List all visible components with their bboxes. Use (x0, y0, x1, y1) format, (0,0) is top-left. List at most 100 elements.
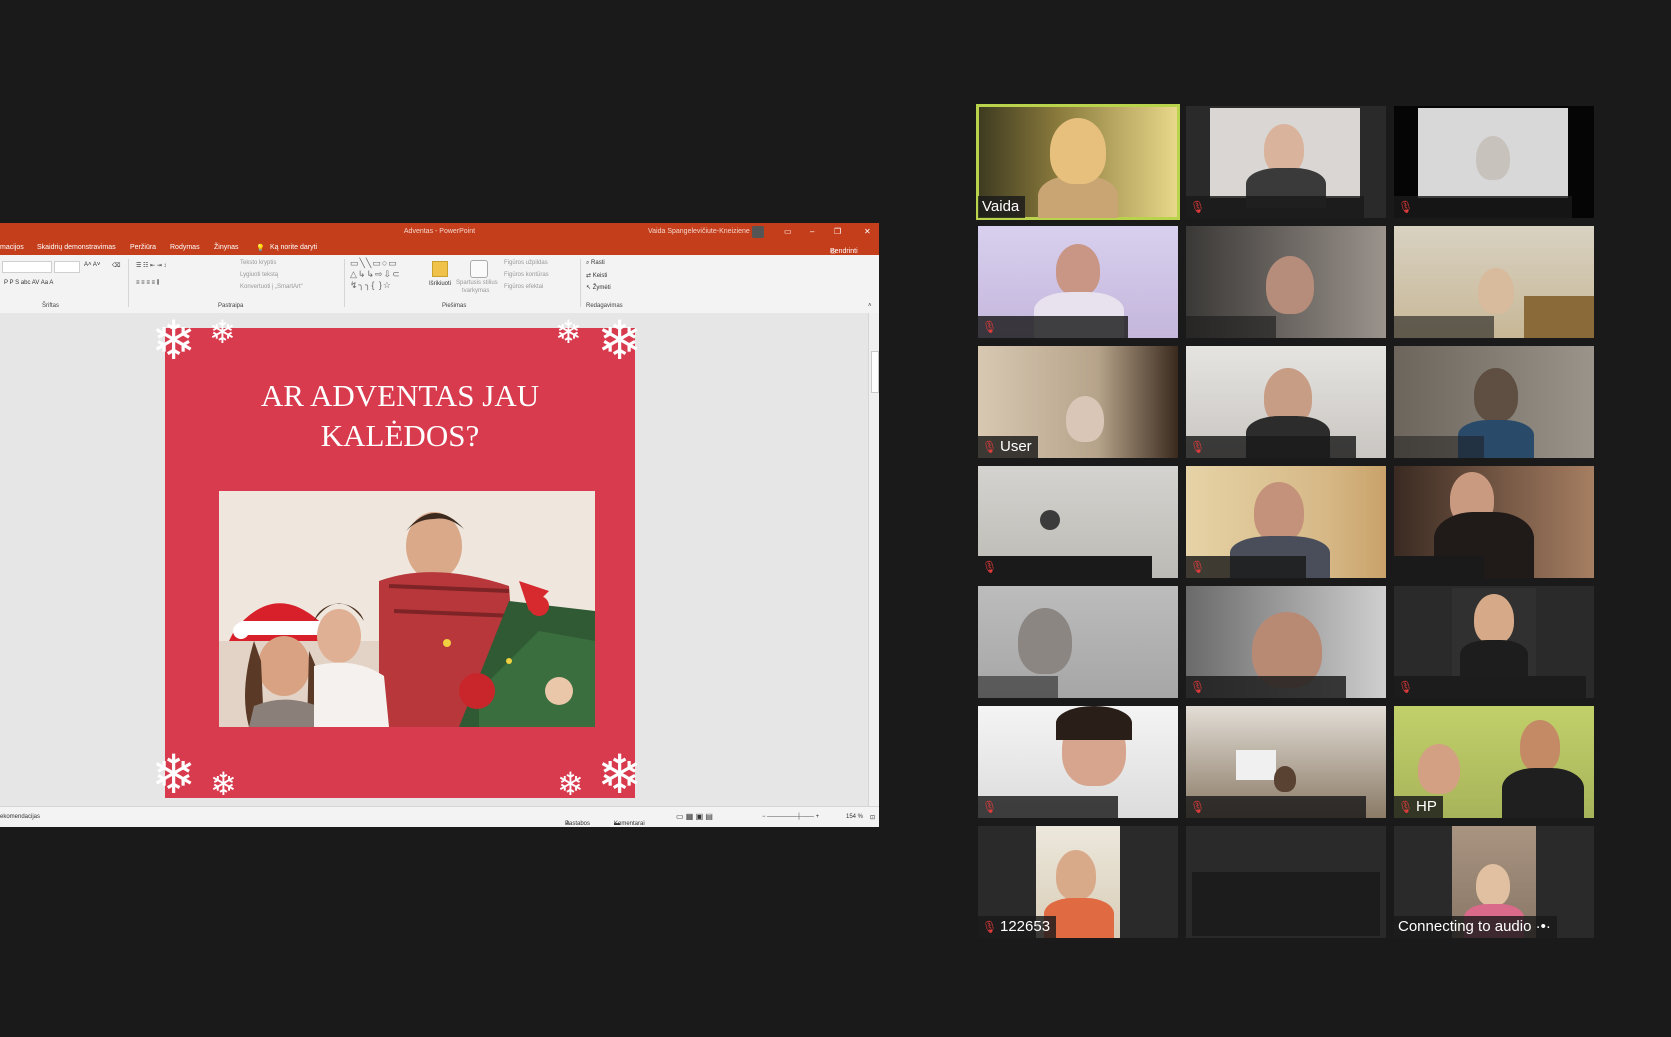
fit-slide-icon[interactable]: ⊡ (870, 814, 875, 821)
snowflake-icon: ❄ (555, 314, 582, 350)
video-tile[interactable]: 🎙︎ (1186, 706, 1386, 818)
participant-video (1056, 850, 1096, 900)
list-buttons[interactable]: ☰ ☷ ⇤ ⇥ ↕ (136, 262, 166, 269)
zoom-slider[interactable]: − ───────┼─── + (762, 814, 819, 820)
participant-video (1040, 510, 1060, 530)
video-tile[interactable]: 🎙︎ (1186, 346, 1386, 458)
tab-slideshow[interactable]: Skaidrių demonstravimas (37, 244, 116, 251)
ribbon-display-icon[interactable]: ▭ (784, 227, 792, 236)
font-format-buttons[interactable]: P P S abc AV Aa A (4, 280, 53, 286)
participant-video (1236, 750, 1276, 780)
participant-name-bar: 🎙︎ (978, 796, 1118, 818)
video-tile[interactable]: 🎙︎ (1186, 586, 1386, 698)
collapse-ribbon-icon[interactable]: ˄ (868, 303, 872, 309)
quick-styles-icon[interactable] (470, 260, 488, 278)
group-paragraph: Pastraipa (218, 303, 244, 309)
clear-format-icon[interactable]: ⌫ (112, 262, 120, 269)
snowflake-icon: ❄ (151, 311, 197, 371)
participant-video (1018, 608, 1072, 674)
arrange-button[interactable]: Išrikiuoti (429, 281, 451, 287)
participant-video (1056, 244, 1100, 296)
video-tile[interactable]: 🎙︎ (978, 706, 1178, 818)
participant-name: 122653 (1000, 918, 1051, 935)
shape-fill-button[interactable]: Figūros užpildas (504, 260, 548, 266)
participant-name-bar: 🎙︎ (1186, 796, 1366, 818)
mic-muted-icon: 🎙︎ (1190, 560, 1206, 574)
tab-review[interactable]: Peržiūra (130, 244, 156, 251)
group-drawing: Piešimas (442, 303, 467, 309)
convert-smartart-button[interactable]: Konvertuoti į „SmartArt“ (240, 284, 303, 290)
video-tile[interactable]: Vaida (976, 104, 1180, 220)
mic-muted-icon: 🎙︎ (1398, 680, 1414, 694)
video-tile[interactable] (1394, 346, 1594, 458)
video-tile[interactable]: 🎙︎ (1394, 586, 1594, 698)
quick-styles-sub: tvarkymas (462, 288, 490, 294)
quick-styles-button[interactable]: Spartusis stilius (456, 280, 498, 286)
vertical-scrollbar[interactable] (868, 313, 879, 806)
connecting-dots-icon: ·•· (1531, 918, 1551, 935)
status-left-text: ekomendacijas (0, 814, 41, 820)
grow-shrink-font-buttons[interactable]: A˄ A˅ (84, 262, 100, 268)
video-tile[interactable]: 🎙︎ HP (1394, 706, 1594, 818)
shape-effects-button[interactable]: Figūros efektai (504, 284, 543, 290)
participant-name-bar: 🎙︎ (1394, 676, 1586, 698)
find-button[interactable]: ⌕ Rasti (586, 260, 605, 267)
video-tile[interactable] (978, 586, 1178, 698)
powerpoint-titlebar: Adventas - PowerPoint Vaida Spangeleviči… (0, 223, 879, 240)
video-tile[interactable]: 🎙︎ (1186, 466, 1386, 578)
video-tile[interactable] (1394, 226, 1594, 338)
tab-help[interactable]: Žinynas (214, 244, 239, 251)
tab-view[interactable]: Rodymas (170, 244, 200, 251)
user-avatar[interactable] (752, 226, 764, 238)
video-tile[interactable]: 🎙︎ User (978, 346, 1178, 458)
video-tile[interactable]: 🎙︎ 122653 (978, 826, 1178, 938)
find-label: Rasti (591, 260, 605, 266)
zoom-level[interactable]: 154 % (846, 814, 863, 820)
participant-name-bar: 🎙︎ HP (1394, 796, 1443, 818)
close-icon[interactable]: ✕ (864, 227, 871, 236)
video-tile[interactable]: Connecting to audio ·•· (1394, 826, 1594, 938)
participant-name-bar (1394, 436, 1484, 458)
participant-name-bar: 🎙︎ (978, 316, 1128, 338)
view-buttons[interactable]: ▭ ▦ ▣ ▤ (676, 812, 713, 821)
video-tile[interactable]: 🎙︎ (1186, 106, 1386, 218)
participant-video (1418, 744, 1460, 794)
family-christmas-photo (219, 491, 595, 727)
video-tile[interactable] (1186, 226, 1386, 338)
snowflake-icon: ❄ (209, 314, 236, 350)
shape-outline-button[interactable]: Figūros kontūras (504, 272, 549, 278)
replace-button[interactable]: ⇄ Keisti (586, 272, 607, 279)
tab-animations[interactable]: macijos (0, 244, 24, 251)
shapes-gallery[interactable]: ▭╲╲▭○▭ △↳↳⇨⇩⊂ ↯╮╮{ }☆ (350, 258, 401, 291)
participant-video (1254, 482, 1304, 542)
video-tile[interactable] (1394, 466, 1594, 578)
share-label: Bendrinti (830, 248, 858, 255)
minimize-icon[interactable]: – (810, 227, 814, 236)
family-photo-illustration (219, 491, 595, 727)
text-direction-button[interactable]: Teksto kryptis (240, 260, 276, 266)
restore-icon[interactable]: ❐ (834, 227, 841, 236)
font-name-box[interactable] (2, 261, 52, 273)
signed-in-user[interactable]: Vaida Spangelevičiute-Kneiziene (648, 228, 750, 235)
ribbon-divider (580, 259, 581, 307)
participant-name-bar: 🎙︎ (1394, 196, 1572, 218)
arrange-icon[interactable] (432, 261, 448, 277)
video-tile[interactable]: 🎙︎ (978, 466, 1178, 578)
tell-me-search[interactable]: Ką norite daryti (270, 244, 317, 251)
video-tile[interactable] (1186, 826, 1386, 938)
participant-name-bar (1394, 316, 1494, 338)
scrollbar-thumb[interactable] (871, 351, 879, 393)
select-button[interactable]: ↖ Žymėti (586, 284, 611, 291)
align-text-button[interactable]: Lygiuoti tekstą (240, 272, 278, 278)
participant-name-bar: Connecting to audio ·•· (1394, 916, 1557, 938)
snowflake-icon: ❄ (210, 766, 237, 802)
video-tile[interactable]: 🎙︎ (978, 226, 1178, 338)
video-tile[interactable]: 🎙︎ (1394, 106, 1594, 218)
notes-label: Pastabos (565, 821, 591, 827)
slide: AR ADVENTAS JAU KALĖDOS? ❄ ❄ ❄ ❄ ❄ ❄ ❄ ❄ (151, 314, 642, 802)
lightbulb-icon: 💡 (256, 245, 265, 252)
align-buttons[interactable]: ≡ ≡ ≡ ≡ ⫼ (136, 280, 159, 287)
font-size-box[interactable] (54, 261, 80, 273)
mic-muted-icon: 🎙︎ (1190, 440, 1206, 454)
participant-name-bar: Vaida (978, 196, 1026, 218)
